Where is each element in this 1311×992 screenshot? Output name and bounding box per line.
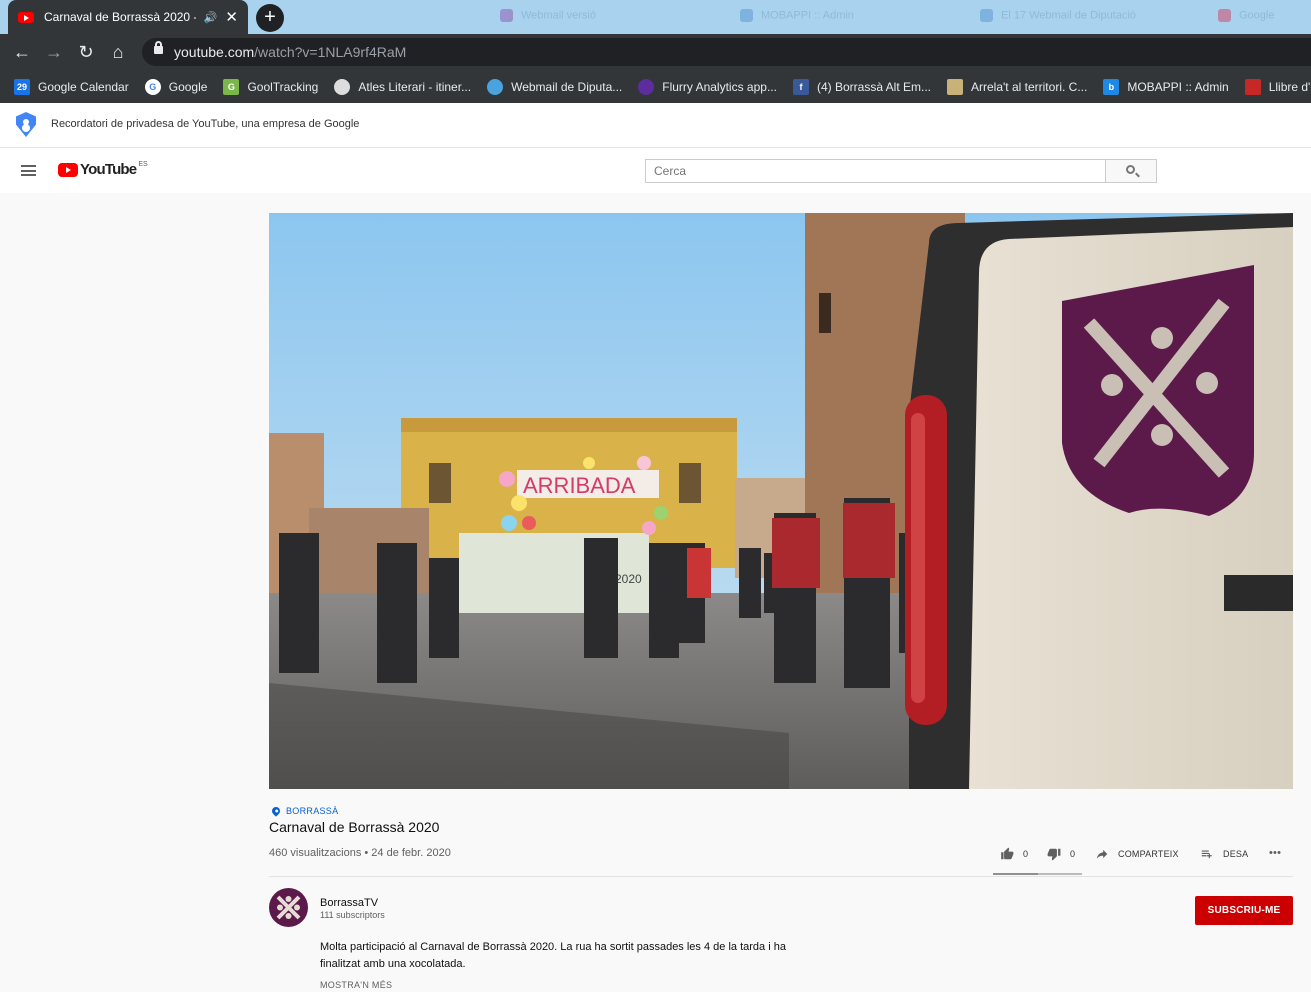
background-tab[interactable]: Google [1218, 9, 1274, 25]
llibre-icon [1244, 78, 1261, 95]
search-input[interactable] [645, 159, 1106, 183]
search-icon [1126, 165, 1135, 174]
show-more-button[interactable]: MOSTRA'N MÉS [320, 980, 392, 990]
globe-icon [334, 78, 351, 95]
gooltracking-icon: G [223, 78, 240, 95]
share-button[interactable]: COMPARTEIX [1095, 847, 1179, 861]
more-actions-icon[interactable]: ••• [1269, 847, 1281, 859]
close-tab-icon[interactable]: ✕ [225, 8, 238, 26]
forward-arrow-icon[interactable]: → [43, 41, 65, 63]
location-pin-icon [270, 805, 282, 817]
browser-tab-strip: Carnaval de Borrassà 2020 - 🔊 ✕ + Webmai… [0, 0, 1311, 34]
speaker-icon[interactable]: 🔊 [204, 11, 218, 24]
subscriber-count: 111 subscriptors [320, 910, 385, 920]
country-code: ES [138, 161, 148, 168]
video-description: Molta participació al Carnaval de Borras… [320, 941, 786, 970]
google-icon: G [144, 78, 161, 95]
share-arrow-icon [1096, 849, 1108, 859]
tab-favicon-icon [1218, 9, 1231, 22]
bookmark-item[interactable]: G GoolTracking [223, 78, 318, 95]
youtube-logo[interactable]: YouTube ES [58, 161, 148, 178]
youtube-header: YouTube ES [0, 148, 1311, 193]
divider [269, 876, 1293, 877]
privacy-banner[interactable]: Recordatori de privadesa de YouTube, una… [0, 103, 1311, 148]
video-meta: 460 visualitzacions • 24 de febr. 2020 [269, 847, 451, 859]
mobappi-icon: b [1103, 78, 1120, 95]
privacy-banner-text: Recordatori de privadesa de YouTube, una… [51, 118, 360, 130]
background-tab[interactable]: Webmail versió [500, 9, 596, 25]
facebook-icon: f [792, 78, 809, 95]
like-ratio-fill [993, 873, 1038, 875]
menu-icon[interactable] [21, 165, 36, 176]
search-button[interactable] [1105, 159, 1157, 183]
tab-favicon-icon [980, 9, 993, 22]
browser-tab-active[interactable]: Carnaval de Borrassà 2020 - 🔊 ✕ [8, 0, 248, 34]
like-ratio-bar [993, 873, 1082, 875]
thumbs-up-icon [1001, 847, 1014, 860]
background-tab[interactable]: El 17 Webmail de Diputació [980, 9, 1136, 25]
float-year-text: 2020 [615, 572, 642, 586]
dislike-button[interactable]: 0 [1047, 847, 1075, 861]
arrelat-icon [947, 78, 963, 95]
tab-favicon-icon [740, 9, 753, 22]
new-tab-button[interactable]: + [256, 4, 284, 32]
channel-avatar[interactable] [269, 888, 308, 927]
bookmarks-bar: 29 Google Calendar G Google G GoolTracking Atl… [0, 70, 1311, 103]
back-arrow-icon[interactable]: ← [11, 41, 33, 63]
channel-name-link[interactable]: BorrassaTV [320, 897, 378, 909]
video-player[interactable]: ARRIBADA 2020 [269, 213, 1293, 789]
bookmark-item[interactable]: 29 Google Calendar [14, 78, 129, 95]
video-title: Carnaval de Borrassà 2020 [269, 819, 440, 835]
reload-icon[interactable]: ↻ [75, 41, 97, 63]
youtube-favicon-icon [18, 11, 34, 23]
channel-crest-icon [276, 895, 301, 920]
thumbs-down-icon [1047, 848, 1061, 861]
bookmark-item[interactable]: Atles Literari - itiner... [334, 78, 471, 95]
video-location-link[interactable]: BORRASSÀ [270, 805, 338, 817]
playlist-add-icon [1201, 850, 1212, 859]
bookmark-item[interactable]: b MOBAPPI :: Admin [1103, 78, 1229, 95]
browser-toolbar: ← → ↻ ⌂ youtube.com/watch?v=1NLA9rf4RaM [0, 34, 1311, 70]
youtube-play-icon [58, 163, 78, 177]
flurry-icon [638, 78, 655, 95]
tab-favicon-icon [500, 9, 513, 22]
privacy-shield-icon [16, 112, 36, 137]
lock-icon [154, 41, 163, 54]
address-bar[interactable]: youtube.com/watch?v=1NLA9rf4RaM [142, 38, 1311, 66]
bookmark-item[interactable]: Flurry Analytics app... [638, 78, 777, 95]
subscribe-button[interactable]: SUBSCRIU-ME [1195, 896, 1293, 925]
home-icon[interactable]: ⌂ [107, 41, 129, 63]
save-button[interactable]: DESA [1200, 847, 1248, 861]
like-button[interactable]: 0 [1000, 847, 1028, 861]
bookmark-item[interactable]: Webmail de Diputa... [487, 78, 622, 95]
tab-title: Carnaval de Borrassà 2020 - [44, 10, 196, 24]
video-frame: ARRIBADA 2020 [269, 213, 1293, 789]
webmail-icon [487, 78, 504, 95]
bookmark-item[interactable]: Llibre d'e [1244, 78, 1311, 95]
url-text: youtube.com/watch?v=1NLA9rf4RaM [174, 44, 407, 60]
bookmark-item[interactable]: Arrela't al territori. C... [947, 78, 1087, 95]
float-banner-text: ARRIBADA [523, 473, 636, 498]
bookmark-item[interactable]: G Google [144, 78, 207, 95]
calendar-icon: 29 [14, 78, 30, 95]
background-tab[interactable]: MOBAPPI :: Admin [740, 9, 854, 25]
bookmark-item[interactable]: f (4) Borrassà Alt Em... [792, 78, 931, 95]
